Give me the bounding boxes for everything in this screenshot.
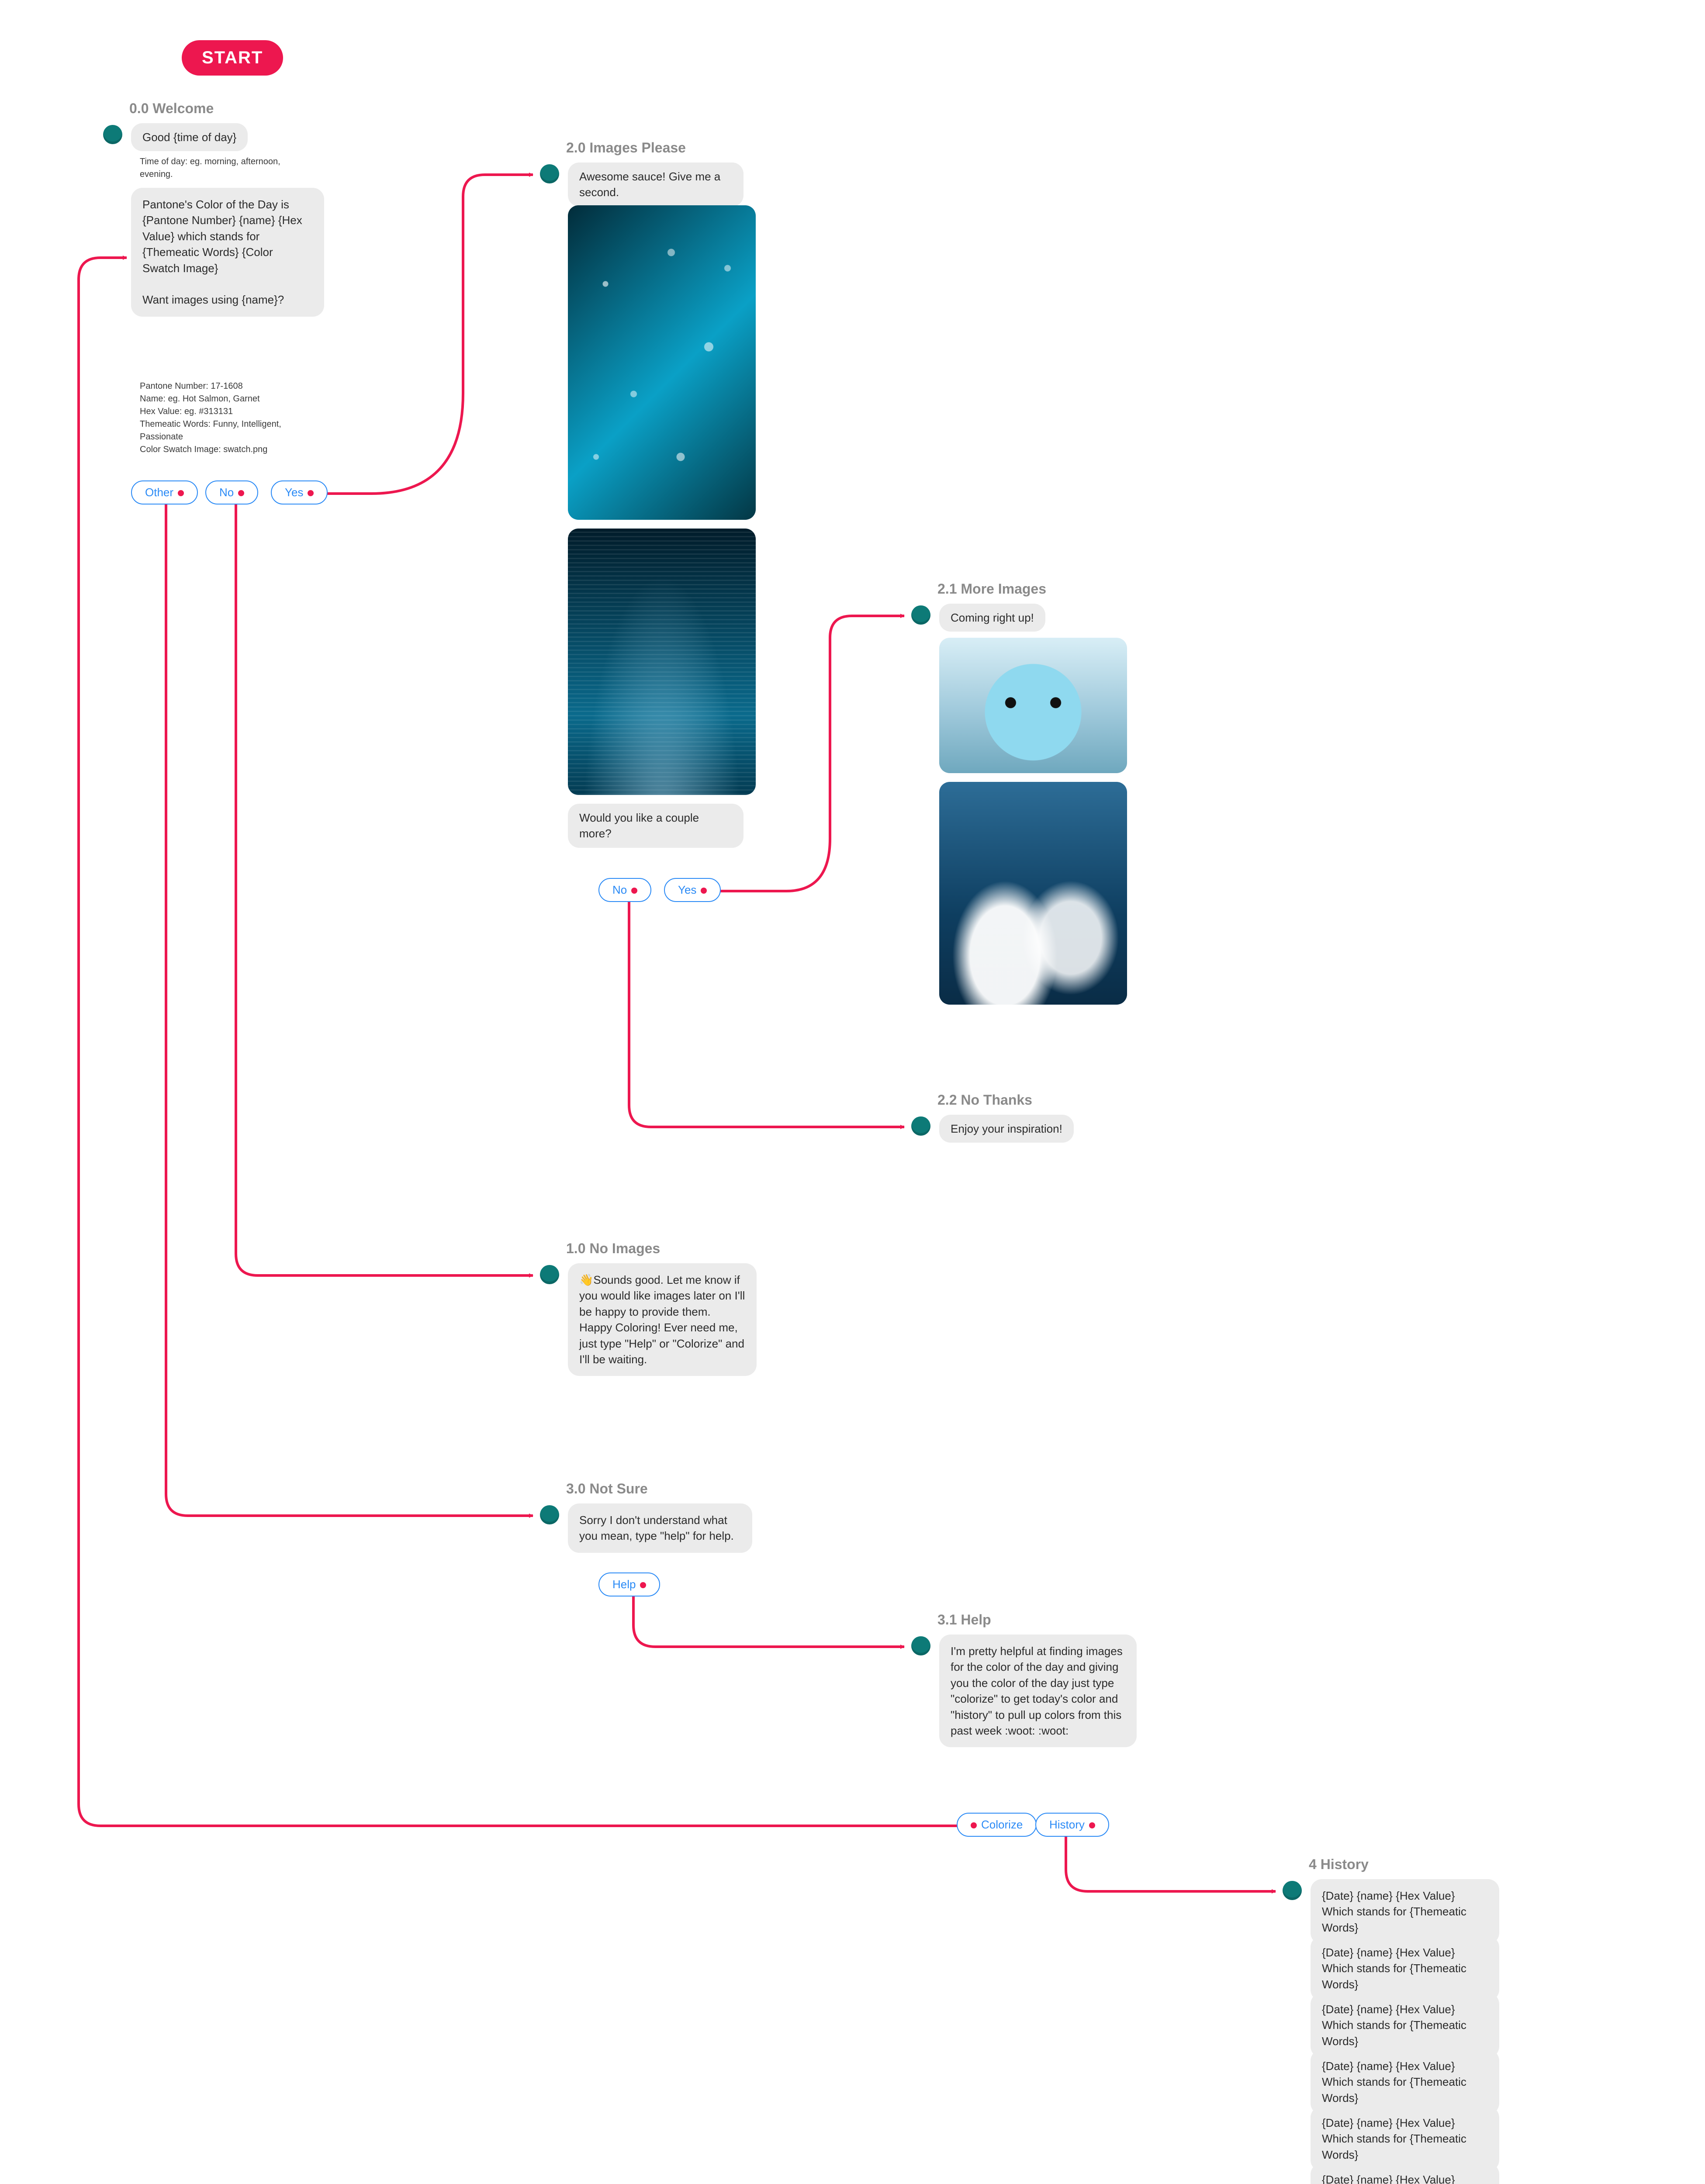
note-welcome-vars: Pantone Number: 17-1608 Name: eg. Hot Sa… [140,380,315,456]
bubble-no-thanks-msg: Enjoy your inspiration! [939,1115,1074,1143]
button-history-label: History [1049,1818,1085,1831]
button-history[interactable]: History [1035,1813,1109,1837]
button-no-images[interactable]: No [598,878,651,902]
bubble-more-images-msg: Coming right up! [939,604,1045,632]
avatar-history [1283,1881,1302,1900]
title-more-images: 2.1 More Images [937,581,1046,597]
connector-dot [640,1582,646,1588]
image-robot [939,638,1127,773]
button-yes-images[interactable]: Yes [664,878,721,902]
start-label: START [202,48,263,67]
title-not-sure: 3.0 Not Sure [566,1481,648,1497]
button-help-label: Help [612,1578,636,1591]
bubble-welcome-greeting: Good {time of day} [131,123,248,151]
title-help: 3.1 Help [937,1612,991,1628]
button-yes-welcome-label: Yes [285,486,303,499]
title-history: 4 History [1309,1856,1369,1873]
button-no-images-label: No [612,883,627,896]
button-colorize[interactable]: Colorize [957,1813,1037,1837]
image-droplets [568,205,756,520]
button-no-welcome[interactable]: No [205,480,258,505]
title-welcome: 0.0 Welcome [129,100,214,117]
bubble-history-item-0: {Date} {name} {Hex Value} Which stands f… [1311,1879,1499,1944]
bubble-history-item-4: {Date} {name} {Hex Value} Which stands f… [1311,2106,1499,2171]
bubble-help-msg: I'm pretty helpful at finding images for… [939,1635,1137,1747]
avatar-welcome [103,125,122,144]
button-no-welcome-label: No [219,486,234,499]
avatar-help [911,1636,930,1655]
connector-dot [178,490,184,496]
avatar-no-images [540,1265,559,1284]
title-no-images: 1.0 No Images [566,1241,660,1257]
bubble-history-item-1: {Date} {name} {Hex Value} Which stands f… [1311,1936,1499,2001]
image-underwater [568,529,756,795]
note-welcome-timeofday: Time of day: eg. morning, afternoon, eve… [140,156,306,181]
connector-dot [631,888,637,894]
button-other[interactable]: Other [131,480,198,505]
flow-arrows [0,0,1705,2184]
button-other-label: Other [145,486,173,499]
button-colorize-label: Colorize [981,1818,1023,1831]
bubble-not-sure-msg: Sorry I don't understand what you mean, … [568,1503,752,1553]
button-help[interactable]: Help [598,1572,660,1597]
bubble-history-item-2: {Date} {name} {Hex Value} Which stands f… [1311,1993,1499,2058]
connector-dot [701,888,707,894]
title-no-thanks: 2.2 No Thanks [937,1092,1032,1108]
bubble-welcome-main: Pantone's Color of the Day is {Pantone N… [131,188,324,317]
avatar-more-images [911,605,930,625]
bubble-no-images-msg: 👋Sounds good. Let me know if you would l… [568,1263,757,1376]
avatar-images-please [540,164,559,183]
bubble-images-please-more: Would you like a couple more? [568,804,744,848]
button-yes-images-label: Yes [678,883,696,896]
image-wave [939,782,1127,1005]
start-node: START [182,40,283,76]
connector-dot [238,490,244,496]
bubble-history-item-3: {Date} {name} {Hex Value} Which stands f… [1311,2049,1499,2115]
avatar-not-sure [540,1505,559,1524]
connector-dot [308,490,314,496]
title-images-please: 2.0 Images Please [566,140,686,156]
avatar-no-thanks [911,1116,930,1136]
connector-dot [971,1822,977,1828]
button-yes-welcome[interactable]: Yes [271,480,328,505]
bubble-history-item-5: {Date} {name} {Hex Value} Which stands f… [1311,2163,1499,2184]
bubble-images-please-msg: Awesome sauce! Give me a second. [568,162,744,207]
connector-dot [1089,1822,1095,1828]
